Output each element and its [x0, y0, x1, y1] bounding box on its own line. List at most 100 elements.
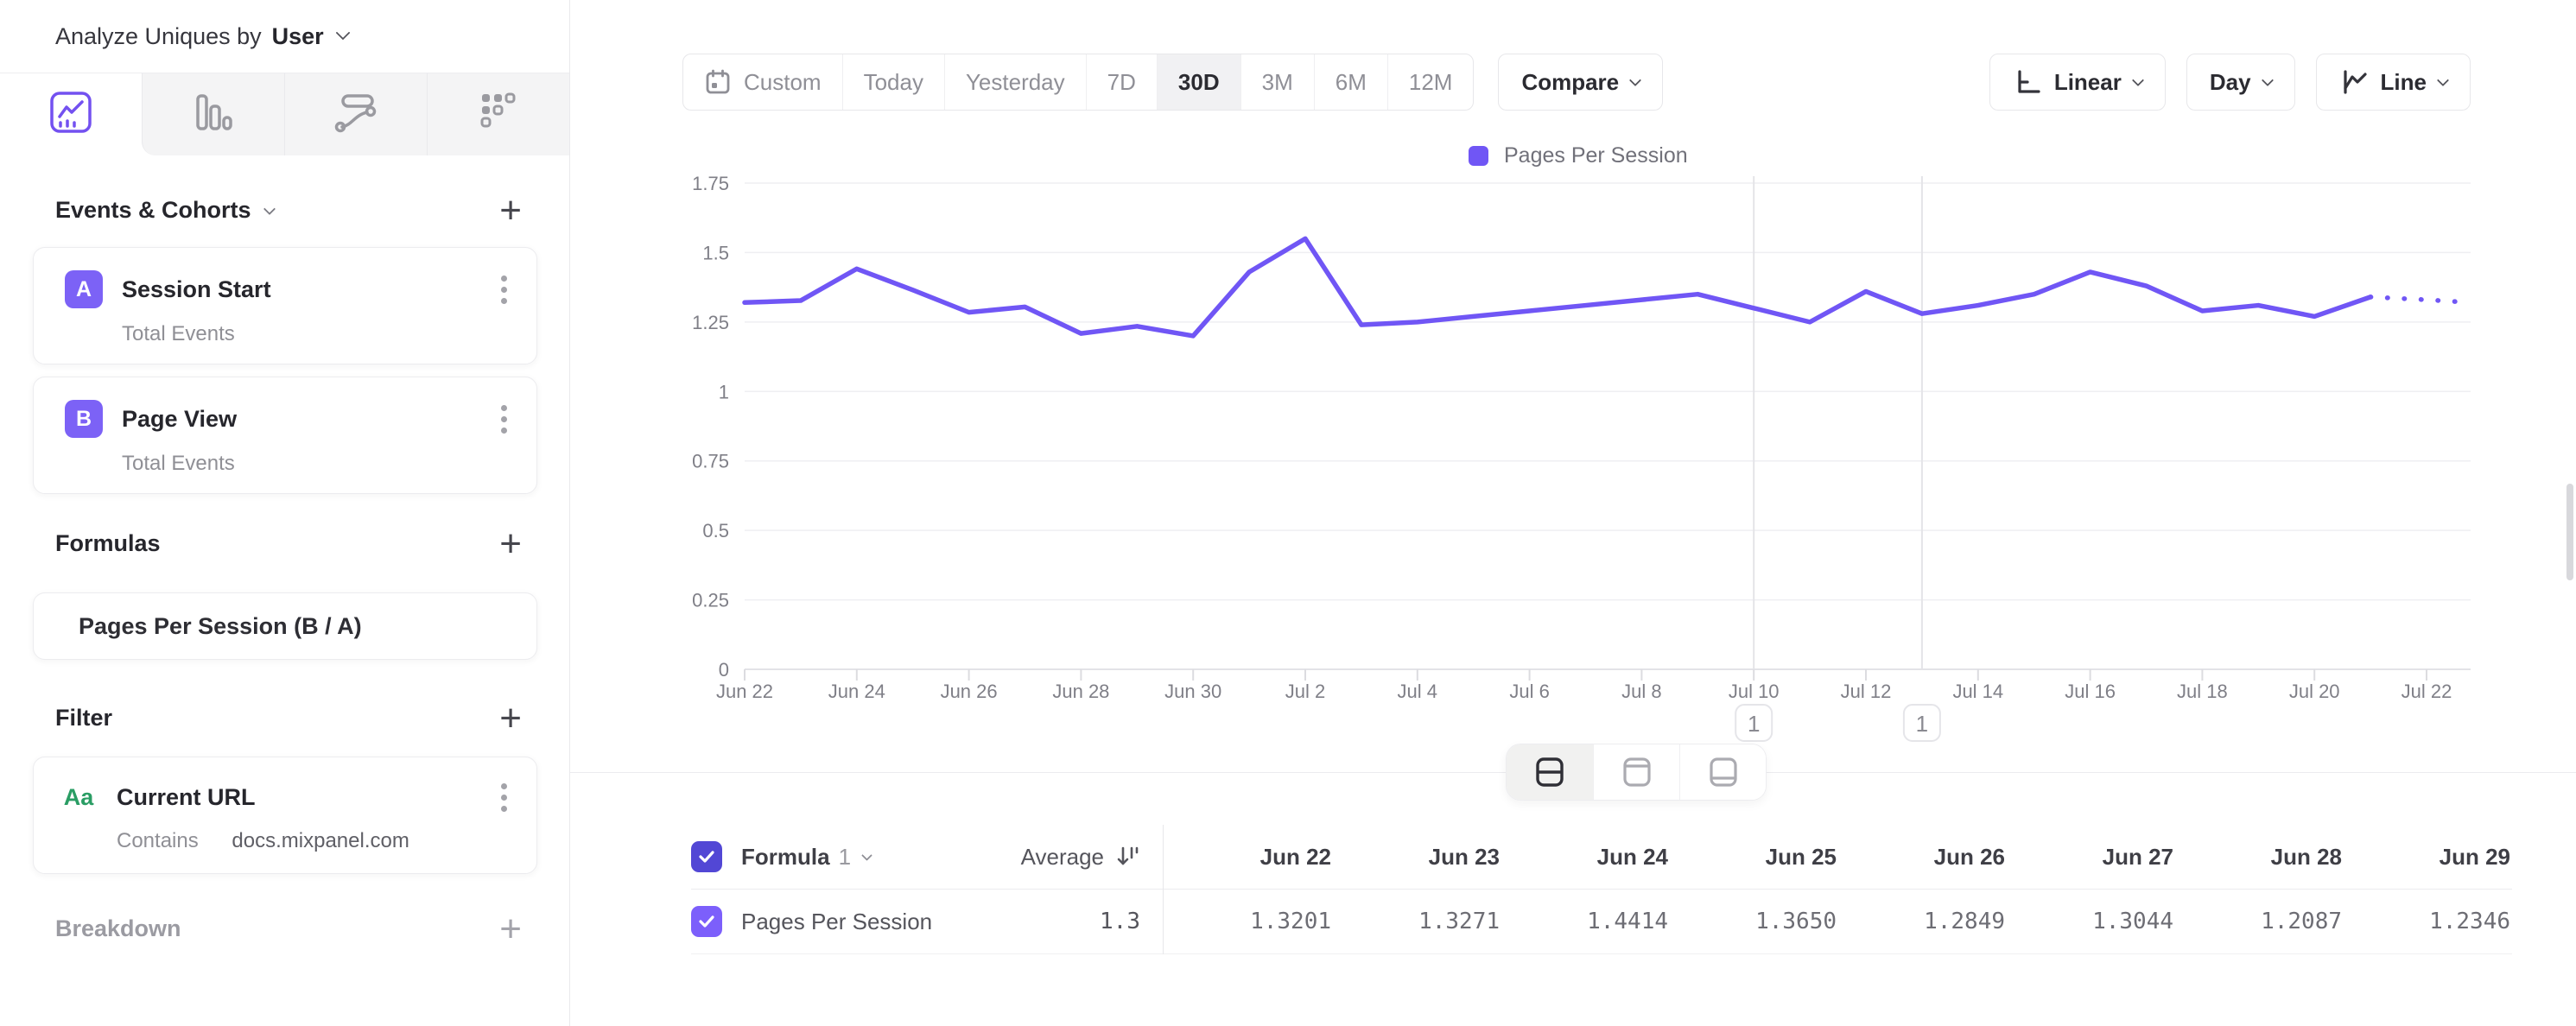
date-column-header: Jun 28 [2173, 844, 2342, 871]
table-column-divider [1163, 825, 1164, 954]
svg-text:Jul 4: Jul 4 [1398, 681, 1437, 702]
layout-split-button[interactable] [1507, 744, 1593, 800]
layout-chart-only-button[interactable] [1593, 744, 1679, 800]
chevron-down-icon [1629, 73, 1641, 86]
cell-value: 1.3201 [1163, 909, 1331, 934]
events-cohorts-header: Events & Cohorts + [0, 197, 570, 224]
filter-value[interactable]: docs.mixpanel.com [232, 829, 409, 852]
event-aggregation[interactable]: Total Events [122, 452, 235, 475]
layout-table-only-button[interactable] [1679, 744, 1766, 800]
svg-text:1: 1 [719, 381, 729, 402]
formula-expression[interactable]: Pages Per Session (B / A) [79, 613, 362, 640]
add-filter-button[interactable]: + [499, 706, 522, 732]
svg-text:Jul 10: Jul 10 [1729, 681, 1780, 702]
svg-text:1.5: 1.5 [702, 242, 729, 263]
line-chart-icon [2339, 67, 2369, 97]
kebab-menu-icon[interactable] [498, 780, 511, 815]
analyze-value-dropdown[interactable]: User [272, 23, 324, 50]
date-column-header: Jun 24 [1500, 844, 1668, 871]
string-property-icon: Aa [60, 784, 98, 811]
range-7d[interactable]: 7D [1086, 54, 1157, 110]
range-yesterday[interactable]: Yesterday [944, 54, 1086, 110]
scale-dropdown[interactable]: Linear [1989, 54, 2166, 111]
average-column-header[interactable]: Average [1021, 844, 1140, 871]
trend-chart[interactable]: 00.250.50.7511.251.51.75Jun 22Jun 24Jun … [570, 121, 2576, 769]
chevron-down-icon [2132, 73, 2144, 86]
range-custom[interactable]: Custom [683, 54, 842, 110]
event-card-session-start[interactable]: A Session Start Total Events [33, 247, 537, 364]
sort-icon [1114, 844, 1140, 870]
filter-operator[interactable]: Contains [117, 829, 199, 852]
cell-value: 1.3650 [1668, 909, 1837, 934]
svg-text:0: 0 [719, 659, 729, 681]
range-today[interactable]: Today [842, 54, 944, 110]
svg-text:Jul 6: Jul 6 [1509, 681, 1549, 702]
tab-flows[interactable] [284, 73, 427, 155]
filter-header: Filter + [0, 705, 570, 732]
event-title[interactable]: Session Start [122, 276, 271, 303]
range-30d[interactable]: 30D [1157, 54, 1240, 110]
date-range-segmented-control: Custom Today Yesterday 7D 30D 3M 6M 12M [682, 54, 1474, 111]
add-formula-button[interactable]: + [499, 531, 522, 557]
trend-chart-svg: 00.250.50.7511.251.51.75Jun 22Jun 24Jun … [570, 121, 2576, 769]
tab-insights[interactable] [0, 73, 142, 155]
add-breakdown-button[interactable]: + [499, 916, 522, 942]
date-column-header: Jun 25 [1668, 844, 1837, 871]
formula-group-dropdown[interactable]: Formula 1 [741, 844, 871, 871]
chevron-down-icon[interactable] [335, 26, 350, 41]
row-checkbox[interactable] [691, 906, 722, 937]
table-row[interactable]: Pages Per Session 1.3 1.3201 1.3271 1.44… [691, 890, 2512, 954]
report-tabs [0, 73, 569, 155]
cell-value: 1.3271 [1331, 909, 1500, 934]
compare-button[interactable]: Compare [1498, 54, 1663, 111]
svg-text:Jun 28: Jun 28 [1052, 681, 1109, 702]
analyze-label: Analyze Uniques by [55, 23, 262, 50]
formula-card[interactable]: Pages Per Session (B / A) [33, 592, 537, 660]
filter-card-current-url[interactable]: Aa Current URL Contains docs.mixpanel.co… [33, 757, 537, 874]
scrollbar-thumb[interactable] [2566, 484, 2573, 580]
svg-text:Jul 12: Jul 12 [1841, 681, 1892, 702]
svg-text:1.75: 1.75 [692, 173, 729, 194]
event-title[interactable]: Page View [122, 406, 237, 433]
svg-text:Jun 26: Jun 26 [941, 681, 998, 702]
range-3m[interactable]: 3M [1240, 54, 1314, 110]
event-badge-a: A [65, 270, 103, 308]
event-card-page-view[interactable]: B Page View Total Events [33, 377, 537, 494]
svg-text:Jun 22: Jun 22 [716, 681, 773, 702]
svg-text:Jul 14: Jul 14 [1952, 681, 2003, 702]
interval-dropdown[interactable]: Day [2186, 54, 2295, 111]
series-name: Pages Per Session [741, 909, 932, 935]
chart-type-dropdown[interactable]: Line [2316, 54, 2471, 111]
cell-value: 1.4414 [1500, 909, 1668, 934]
select-all-checkbox[interactable] [691, 841, 722, 872]
event-aggregation[interactable]: Total Events [122, 322, 235, 345]
tab-retention[interactable] [427, 73, 569, 155]
date-column-header: Jun 22 [1163, 844, 1331, 871]
svg-text:Jul 18: Jul 18 [2177, 681, 2228, 702]
svg-text:Jun 24: Jun 24 [828, 681, 885, 702]
flows-icon [333, 89, 379, 140]
range-12m[interactable]: 12M [1387, 54, 1474, 110]
chart-controls-toolbar: Linear Day Line [1989, 54, 2471, 111]
date-column-header: Jun 26 [1837, 844, 2005, 871]
chevron-down-icon[interactable] [263, 202, 275, 214]
chevron-down-icon [2261, 73, 2273, 86]
filter-property[interactable]: Current URL [117, 784, 256, 811]
svg-text:0.75: 0.75 [692, 451, 729, 472]
results-table: Formula 1 Average Jun 22 Jun 23 Jun 24 J… [691, 825, 2512, 954]
events-cohorts-title: Events & Cohorts [55, 197, 251, 224]
add-event-button[interactable]: + [499, 198, 522, 224]
svg-text:0.25: 0.25 [692, 590, 729, 611]
retention-grid-icon [475, 89, 522, 140]
chevron-down-icon [2437, 73, 2449, 86]
range-6m[interactable]: 6M [1314, 54, 1387, 110]
tab-bar-chart[interactable] [142, 73, 284, 155]
kebab-menu-icon[interactable] [498, 402, 511, 437]
svg-text:Jul 22: Jul 22 [2402, 681, 2452, 702]
calendar-icon [704, 68, 732, 96]
sidebar: Analyze Uniques by User [0, 0, 570, 1026]
table-header-row: Formula 1 Average Jun 22 Jun 23 Jun 24 J… [691, 825, 2512, 890]
svg-text:Jun 30: Jun 30 [1164, 681, 1221, 702]
bar-chart-icon [190, 89, 237, 140]
kebab-menu-icon[interactable] [498, 272, 511, 307]
